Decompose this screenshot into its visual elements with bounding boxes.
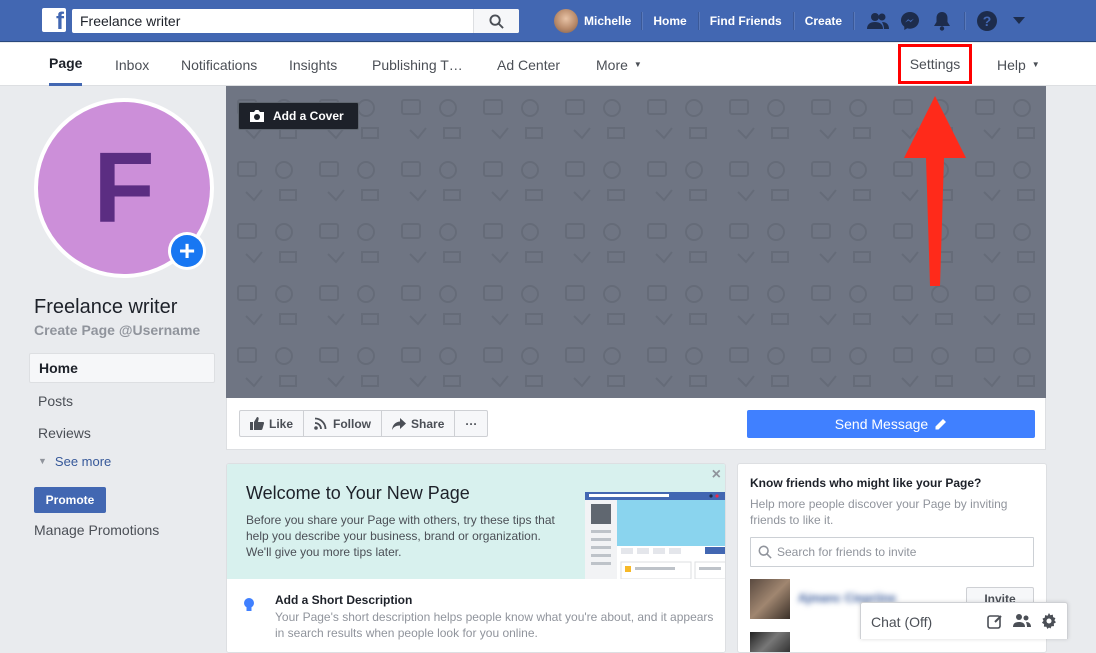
compose-icon[interactable] bbox=[987, 613, 1003, 629]
nav-find-friends-link[interactable]: Find Friends bbox=[699, 0, 793, 42]
chat-bar[interactable]: Chat (Off) bbox=[860, 602, 1068, 639]
nav-divider bbox=[964, 12, 966, 30]
nav-divider bbox=[853, 12, 855, 30]
caret-down-icon: ▼ bbox=[1031, 60, 1040, 69]
facebook-logo-icon[interactable]: f bbox=[42, 8, 66, 32]
tab-help-label: Help bbox=[997, 56, 1026, 73]
avatar[interactable] bbox=[750, 632, 790, 652]
search-button[interactable] bbox=[473, 9, 519, 33]
camera-icon bbox=[250, 110, 264, 122]
welcome-description: Before you share your Page with others, … bbox=[246, 513, 555, 559]
side-nav-posts[interactable]: Posts bbox=[29, 385, 215, 417]
add-cover-button[interactable]: Add a Cover bbox=[238, 102, 359, 130]
share-button[interactable]: Share bbox=[382, 411, 456, 436]
annotation-arrow-icon bbox=[904, 96, 966, 286]
tab-insights[interactable]: Insights bbox=[289, 43, 337, 86]
page-side-nav: Home Posts Reviews ▼ See more bbox=[29, 353, 215, 473]
account-menu-chevron-down-icon[interactable] bbox=[1003, 0, 1035, 42]
tab-more-label: More bbox=[596, 56, 628, 73]
tab-settings[interactable]: Settings bbox=[898, 44, 972, 84]
pencil-edit-icon bbox=[935, 418, 947, 429]
group-people-icon[interactable] bbox=[1013, 613, 1031, 629]
manage-promotions-link[interactable]: Manage Promotions bbox=[34, 522, 159, 538]
side-nav-home[interactable]: Home bbox=[29, 353, 215, 383]
welcome-header: Welcome to Your New Page Before you shar… bbox=[227, 464, 725, 579]
top-nav-right: Michelle Home Find Friends Create ? bbox=[550, 0, 1035, 42]
gear-icon[interactable] bbox=[1041, 613, 1057, 629]
friend-requests-icon[interactable] bbox=[862, 0, 894, 42]
search-icon bbox=[758, 545, 772, 559]
tab-help[interactable]: Help ▼ bbox=[997, 43, 1040, 86]
invite-search-box bbox=[750, 537, 1034, 567]
messenger-icon[interactable] bbox=[894, 0, 926, 42]
profile-name: Michelle bbox=[584, 14, 632, 28]
share-label: Share bbox=[411, 416, 445, 431]
tab-publishing-tools[interactable]: Publishing T… bbox=[372, 43, 463, 86]
tab-page[interactable]: Page bbox=[49, 43, 83, 86]
profile-link[interactable]: Michelle bbox=[550, 0, 641, 42]
tip-title: Add a Short Description bbox=[275, 593, 413, 607]
page-title: Freelance writer bbox=[34, 296, 178, 318]
page-action-buttons: Like Follow Share ··· bbox=[239, 410, 489, 437]
search-icon bbox=[489, 13, 504, 29]
close-icon[interactable]: × bbox=[712, 466, 721, 484]
follow-label: Follow bbox=[333, 416, 372, 431]
see-more-link[interactable]: ▼ See more bbox=[29, 449, 215, 473]
page-action-bar: Like Follow Share ··· Send Message bbox=[226, 398, 1046, 450]
page-preview-illustration bbox=[585, 492, 725, 579]
create-username-link[interactable]: Create Page @Username bbox=[34, 322, 200, 338]
top-navigation-bar: f Michelle Home Find Friends Create ? bbox=[0, 0, 1096, 42]
chat-controls bbox=[987, 613, 1057, 629]
lightbulb-icon bbox=[244, 598, 254, 611]
more-options-button[interactable]: ··· bbox=[455, 411, 487, 436]
follow-button[interactable]: Follow bbox=[304, 411, 383, 436]
search-box bbox=[72, 9, 519, 33]
notifications-bell-icon[interactable] bbox=[926, 0, 958, 42]
share-arrow-icon bbox=[392, 417, 407, 430]
avatar[interactable] bbox=[750, 579, 790, 619]
search-input[interactable] bbox=[72, 9, 472, 33]
caret-down-icon: ▼ bbox=[633, 60, 642, 69]
add-profile-photo-button[interactable]: + bbox=[168, 232, 206, 270]
tab-inbox[interactable]: Inbox bbox=[115, 43, 149, 86]
invite-search-input[interactable] bbox=[777, 538, 1027, 566]
welcome-title: Welcome to Your New Page bbox=[246, 483, 470, 503]
triangle-down-icon: ▼ bbox=[38, 456, 47, 466]
like-label: Like bbox=[269, 416, 294, 431]
nav-create-link[interactable]: Create bbox=[794, 0, 853, 42]
invite-subtitle: Help more people discover your Page by i… bbox=[750, 497, 1008, 527]
avatar bbox=[554, 9, 578, 33]
welcome-card: Welcome to Your New Page Before you shar… bbox=[226, 463, 726, 653]
tip-add-short-description[interactable]: Add a Short Description Your Page's shor… bbox=[227, 579, 725, 652]
svg-text:?: ? bbox=[983, 13, 992, 29]
add-cover-label: Add a Cover bbox=[273, 109, 344, 123]
see-more-label: See more bbox=[54, 453, 112, 469]
plus-icon: + bbox=[171, 235, 203, 267]
send-message-label: Send Message bbox=[834, 416, 929, 432]
send-message-button[interactable]: Send Message bbox=[747, 410, 1035, 438]
thumbs-up-icon bbox=[250, 417, 264, 430]
like-button[interactable]: Like bbox=[240, 411, 305, 436]
tab-more[interactable]: More ▼ bbox=[596, 43, 642, 86]
invite-title: Know friends who might like your Page? bbox=[750, 476, 982, 490]
promote-button[interactable]: Promote bbox=[34, 487, 106, 513]
rss-follow-icon bbox=[314, 417, 327, 430]
help-question-icon[interactable]: ? bbox=[971, 0, 1003, 42]
tab-notifications[interactable]: Notifications bbox=[181, 43, 257, 86]
tip-description: Your Page's short description helps peop… bbox=[275, 610, 714, 640]
nav-home-link[interactable]: Home bbox=[642, 0, 697, 42]
side-nav-reviews[interactable]: Reviews bbox=[29, 417, 215, 449]
tab-ad-center[interactable]: Ad Center bbox=[497, 43, 560, 86]
chat-status: Chat (Off) bbox=[871, 614, 933, 630]
